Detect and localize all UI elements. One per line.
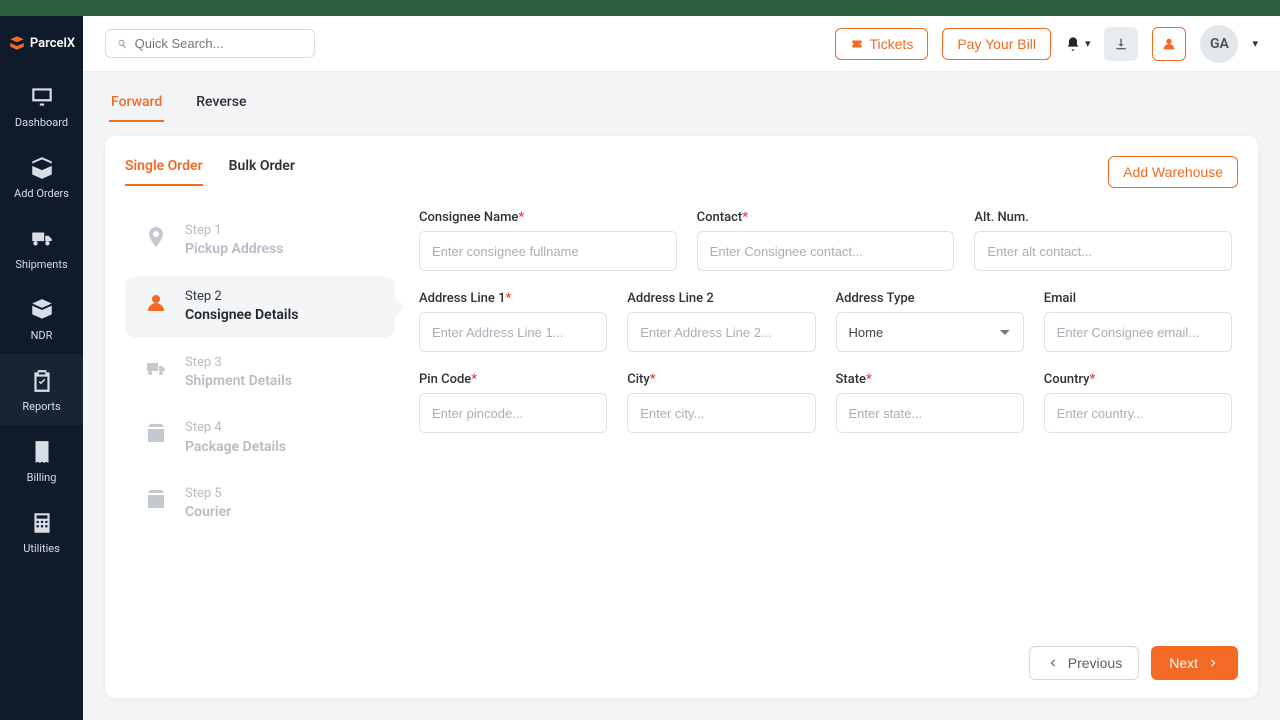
addr1-field[interactable]: [419, 312, 607, 352]
pin-field[interactable]: [419, 393, 607, 433]
step-5-courier[interactable]: Step 5Courier: [125, 473, 395, 535]
direction-tabs: Forward Reverse: [83, 72, 1280, 122]
brand-name: ParcelX: [30, 36, 75, 51]
sidebar-item-utilities[interactable]: Utilities: [0, 496, 83, 567]
card-header: Single Order Bulk Order Add Warehouse: [125, 156, 1238, 188]
address-type-label: Address Type: [836, 291, 1024, 306]
avatar-initials: GA: [1210, 36, 1229, 52]
consignee-form: Consignee Name Contact Alt. Num. Address: [395, 200, 1238, 646]
user-icon: [144, 291, 168, 315]
sidebar-item-reports[interactable]: Reports: [0, 354, 83, 425]
calculator-icon: [28, 510, 56, 536]
topbar: Tickets Pay Your Bill ▾ GA ▾: [83, 16, 1280, 72]
chevron-down-icon: ▾: [1085, 37, 1091, 50]
addr2-field[interactable]: [627, 312, 815, 352]
tab-single-order[interactable]: Single Order: [125, 158, 203, 186]
box-icon: [144, 422, 168, 446]
sidebar-item-ndr[interactable]: NDR: [0, 283, 83, 354]
truck-icon: [28, 226, 56, 252]
sidebar-item-label: Billing: [27, 471, 57, 484]
consignee-name-field[interactable]: [419, 231, 677, 271]
package-return-icon: [28, 297, 56, 323]
search-icon: [116, 37, 129, 51]
stepper: Step 1Pickup Address Step 2Consignee Det…: [125, 200, 395, 646]
user-icon: [1161, 36, 1177, 52]
download-icon: [1113, 36, 1129, 52]
state-field[interactable]: [836, 393, 1024, 433]
email-field[interactable]: [1044, 312, 1232, 352]
pin-label: Pin Code: [419, 372, 607, 387]
tickets-button[interactable]: Tickets: [835, 28, 929, 60]
addr1-label: Address Line 1: [419, 291, 607, 306]
country-label: Country: [1044, 372, 1232, 387]
sidebar-item-dashboard[interactable]: Dashboard: [0, 70, 83, 141]
contact-label: Contact: [697, 210, 955, 225]
sidebar-item-label: Add Orders: [14, 187, 69, 200]
receipt-icon: [28, 439, 56, 465]
main-area: Tickets Pay Your Bill ▾ GA ▾ Forward Rev…: [83, 16, 1280, 720]
arrow-left-icon: [1046, 656, 1060, 670]
monitor-icon: [28, 84, 56, 110]
country-field[interactable]: [1044, 393, 1232, 433]
sidebar-item-label: Dashboard: [15, 116, 68, 129]
location-pin-icon: [144, 225, 168, 249]
box-plus-icon: [28, 155, 56, 181]
alt-num-label: Alt. Num.: [974, 210, 1232, 225]
step-2-consignee-details[interactable]: Step 2Consignee Details: [125, 276, 395, 338]
arrow-right-icon: [1206, 656, 1220, 670]
bell-icon: [1065, 36, 1081, 52]
sidebar: ParcelX Dashboard Add Orders Shipments N…: [0, 16, 83, 720]
addr2-label: Address Line 2: [627, 291, 815, 306]
sidebar-item-label: Reports: [22, 400, 60, 413]
sidebar-item-label: NDR: [31, 329, 53, 342]
order-type-tabs: Single Order Bulk Order: [125, 158, 295, 186]
state-label: State: [836, 372, 1024, 387]
alt-num-field[interactable]: [974, 231, 1232, 271]
sidebar-item-billing[interactable]: Billing: [0, 425, 83, 496]
download-button[interactable]: [1104, 27, 1138, 61]
ticket-icon: [850, 37, 864, 51]
step-4-package-details[interactable]: Step 4Package Details: [125, 407, 395, 469]
email-label: Email: [1044, 291, 1232, 306]
add-warehouse-button[interactable]: Add Warehouse: [1108, 156, 1238, 188]
address-type-select[interactable]: Home: [836, 312, 1024, 352]
avatar-caret-icon[interactable]: ▾: [1252, 37, 1258, 50]
step-1-pickup-address[interactable]: Step 1Pickup Address: [125, 210, 395, 272]
sidebar-item-add-orders[interactable]: Add Orders: [0, 141, 83, 212]
tab-bulk-order[interactable]: Bulk Order: [229, 158, 295, 186]
step-3-shipment-details[interactable]: Step 3Shipment Details: [125, 342, 395, 404]
tab-forward[interactable]: Forward: [109, 88, 164, 122]
city-label: City: [627, 372, 815, 387]
box-icon: [144, 488, 168, 512]
city-field[interactable]: [627, 393, 815, 433]
contact-field[interactable]: [697, 231, 955, 271]
pay-bill-button[interactable]: Pay Your Bill: [942, 28, 1051, 60]
brand-logo: ParcelX: [0, 16, 83, 70]
sidebar-item-shipments[interactable]: Shipments: [0, 212, 83, 283]
order-card: Single Order Bulk Order Add Warehouse St…: [105, 136, 1258, 698]
next-button[interactable]: Next: [1151, 646, 1238, 680]
card-footer: Previous Next: [125, 646, 1238, 680]
notifications-dropdown[interactable]: ▾: [1065, 36, 1091, 52]
avatar[interactable]: GA: [1200, 25, 1238, 63]
sidebar-item-label: Utilities: [23, 542, 60, 555]
search-input[interactable]: [135, 36, 304, 51]
sidebar-item-label: Shipments: [15, 258, 67, 271]
consignee-name-label: Consignee Name: [419, 210, 677, 225]
previous-button[interactable]: Previous: [1029, 646, 1139, 680]
profile-button[interactable]: [1152, 27, 1186, 61]
tab-reverse[interactable]: Reverse: [194, 88, 248, 122]
card-body: Step 1Pickup Address Step 2Consignee Det…: [125, 200, 1238, 646]
truck-icon: [144, 357, 168, 381]
clipboard-check-icon: [28, 368, 56, 394]
search-input-wrap[interactable]: [105, 29, 315, 58]
logo-icon: [8, 34, 26, 52]
